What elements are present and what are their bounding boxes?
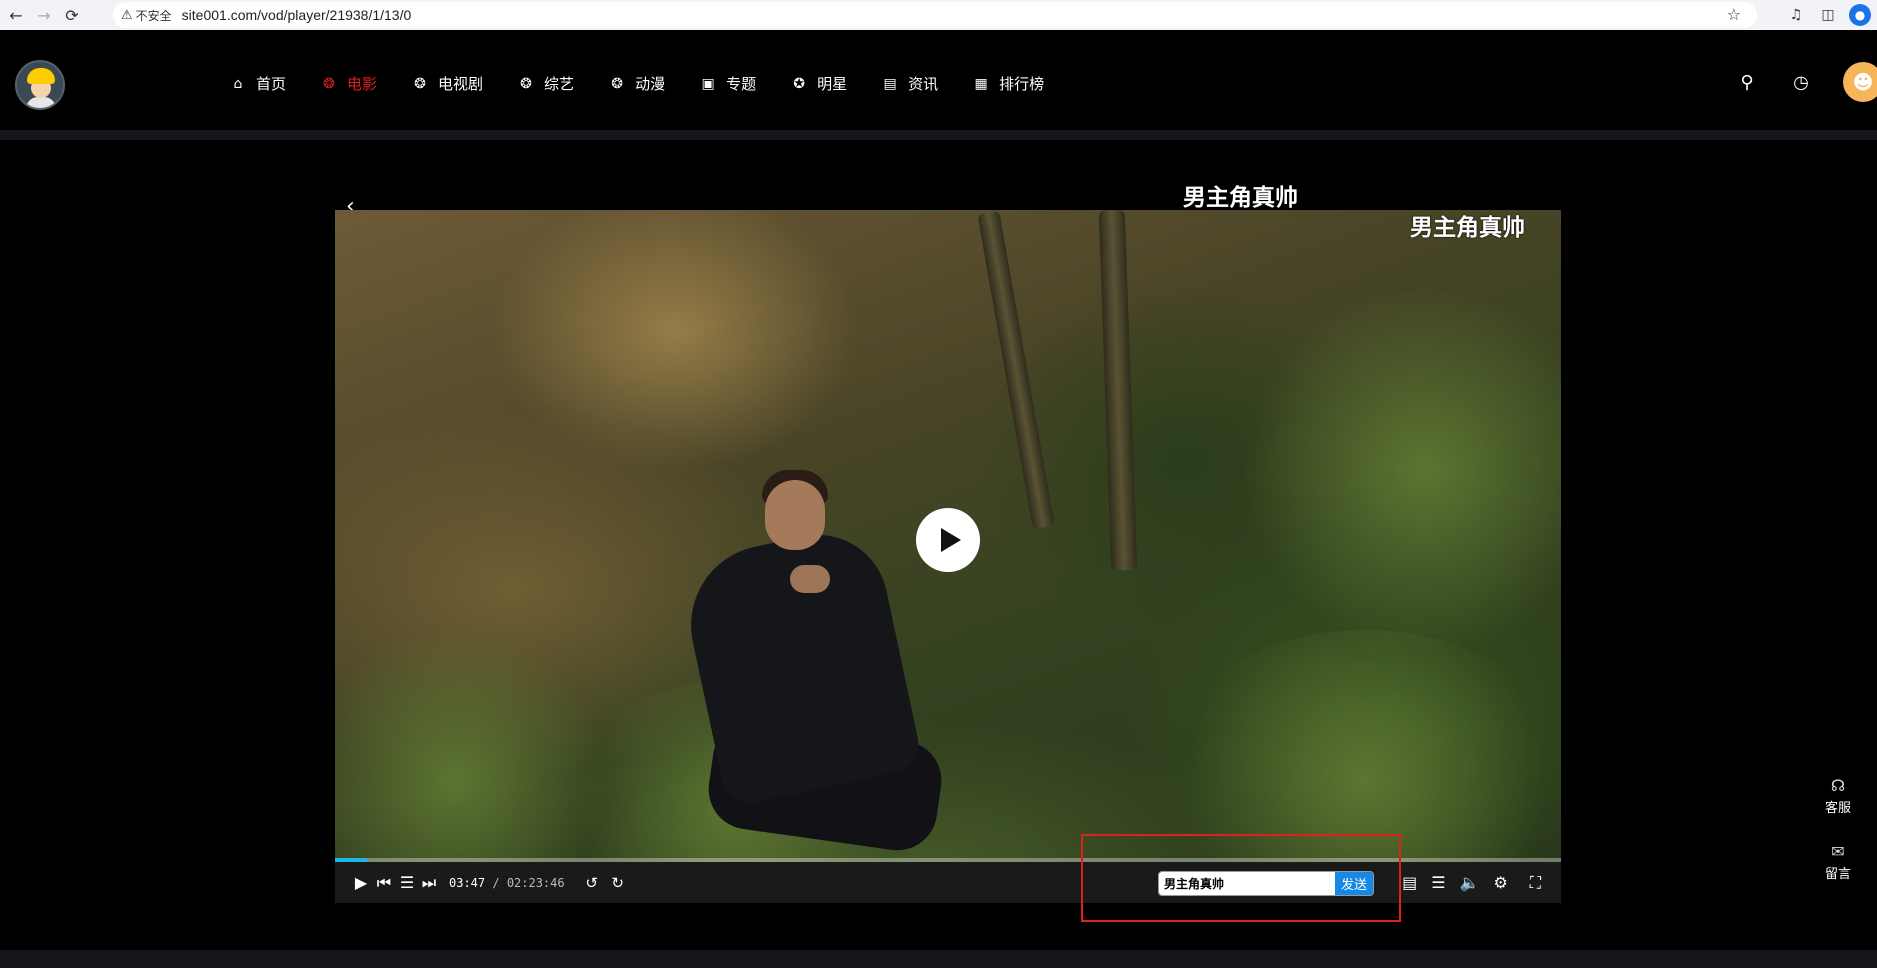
browser-profile-icon[interactable]: ●	[1849, 4, 1871, 26]
tv-reel-icon: ❂	[414, 75, 426, 92]
play-button-large[interactable]	[916, 508, 980, 572]
chat-bubble-icon: ✉	[1831, 842, 1845, 861]
nav-label: 首页	[256, 75, 287, 93]
url-text[interactable]: site001.com/vod/player/21938/1/13/0	[182, 7, 412, 23]
danmu-toggle-off-icon[interactable]: ▤	[1402, 862, 1417, 903]
play-icon	[941, 528, 961, 552]
danmu-composer: 发送	[1158, 871, 1374, 896]
current-time: 03:47	[449, 875, 486, 890]
settings-gear-icon[interactable]: ⚙	[1493, 862, 1507, 903]
nav-label: 明星	[817, 75, 848, 93]
next-episode-icon[interactable]: ⏭	[419, 862, 439, 903]
nav-item-topics[interactable]: ▣ 专题	[699, 73, 756, 94]
message-label: 留言	[1824, 867, 1851, 882]
nav-label: 电视剧	[438, 75, 484, 93]
danmu-input[interactable]	[1159, 872, 1335, 895]
media-control-icon[interactable]: ♫	[1785, 4, 1807, 26]
variety-reel-icon: ❂	[520, 75, 532, 92]
rewind-15-icon[interactable]: ↺	[579, 862, 605, 903]
film-reel-icon: ❂	[323, 75, 335, 92]
figure-hand	[790, 565, 830, 593]
headset-icon: ☊	[1830, 776, 1846, 795]
player-controls: ▶ ⏮ ☰ ⏭ 03:47 / 02:23:46 ↺ ↻ ▤ ☰ 🔈 ⚙ ⛶	[335, 862, 1561, 903]
logo-helmet	[27, 68, 55, 84]
address-bar[interactable]: ⚠ 不安全 site001.com/vod/player/21938/1/13/…	[113, 2, 1757, 28]
total-time: 02:23:46	[506, 875, 565, 890]
playlist-icon[interactable]: ☰	[395, 862, 419, 903]
site-header: ⌂ 首页 ❂ 电影 ❂ 电视剧 ❂ 综艺 ❂ 动漫 ▣ 专题 ✪ 明星 ▤ 资讯	[0, 38, 1877, 130]
user-avatar-icon[interactable]: ☻	[1843, 62, 1877, 102]
anime-reel-icon: ❂	[611, 75, 623, 92]
security-indicator[interactable]: ⚠ 不安全	[121, 7, 182, 24]
nav-label: 综艺	[544, 75, 575, 93]
danmu-send-button[interactable]: 发送	[1335, 872, 1373, 895]
header-divider	[0, 130, 1877, 140]
nav-item-anime[interactable]: ❂ 动漫	[608, 73, 665, 94]
customer-service-button[interactable]: ☊ 客服	[1818, 776, 1858, 816]
calendar-icon: ▦	[974, 75, 988, 92]
nav-item-tv[interactable]: ❂ 电视剧	[411, 73, 483, 94]
footer-strip	[0, 950, 1877, 968]
customer-service-label: 客服	[1824, 801, 1851, 816]
nav-label: 资讯	[908, 75, 939, 93]
bookmark-star-icon[interactable]: ☆	[1727, 5, 1741, 24]
nav-label: 电影	[347, 75, 378, 93]
danmu-comment: 男主角真帅	[1183, 185, 1298, 211]
news-icon: ▤	[883, 75, 897, 92]
side-panel-icon[interactable]: ◫	[1817, 4, 1839, 26]
search-icon[interactable]: ⚲	[1735, 70, 1759, 94]
time-separator: /	[485, 875, 507, 890]
person-figure	[670, 470, 947, 856]
nav-label: 专题	[726, 75, 757, 93]
star-icon: ✪	[793, 75, 805, 92]
danmu-settings-icon[interactable]: ☰	[1431, 862, 1445, 903]
nav-item-ranking[interactable]: ▦ 排行榜	[972, 73, 1045, 94]
play-icon[interactable]: ▶	[349, 862, 373, 903]
fullscreen-icon[interactable]: ⛶	[1530, 862, 1541, 903]
message-button[interactable]: ✉ 留言	[1818, 842, 1858, 882]
topic-icon: ▣	[701, 75, 715, 92]
history-clock-icon[interactable]: ◷	[1789, 70, 1813, 94]
back-icon[interactable]: ←	[2, 1, 30, 29]
reload-icon[interactable]: ⟳	[58, 1, 86, 29]
nav-label: 排行榜	[999, 75, 1045, 93]
home-icon: ⌂	[233, 75, 243, 92]
time-display: 03:47 / 02:23:46	[449, 876, 565, 890]
nav-item-stars[interactable]: ✪ 明星	[790, 73, 847, 94]
warning-icon: ⚠	[121, 7, 133, 23]
main-nav: ⌂ 首页 ❂ 电影 ❂ 电视剧 ❂ 综艺 ❂ 动漫 ▣ 专题 ✪ 明星 ▤ 资讯	[229, 73, 1078, 94]
browser-toolbar: ← → ⟳ ⚠ 不安全 site001.com/vod/player/21938…	[0, 0, 1877, 30]
nav-item-news[interactable]: ▤ 资讯	[881, 73, 938, 94]
danmu-comment: 男主角真帅	[1410, 215, 1525, 241]
forward-15-icon[interactable]: ↻	[605, 862, 631, 903]
nav-item-variety[interactable]: ❂ 综艺	[517, 73, 574, 94]
figure-head	[765, 480, 825, 550]
site-logo[interactable]	[15, 60, 65, 110]
nav-item-movies[interactable]: ❂ 电影	[320, 73, 377, 94]
insecure-label: 不安全	[135, 8, 172, 23]
nav-label: 动漫	[635, 75, 666, 93]
forward-icon[interactable]: →	[30, 1, 58, 29]
logo-body	[26, 97, 56, 108]
side-tools: ☊ 客服 ✉ 留言	[1818, 776, 1858, 908]
volume-icon[interactable]: 🔈	[1460, 862, 1480, 903]
previous-episode-icon[interactable]: ⏮	[373, 862, 395, 903]
nav-item-home[interactable]: ⌂ 首页	[229, 73, 286, 94]
